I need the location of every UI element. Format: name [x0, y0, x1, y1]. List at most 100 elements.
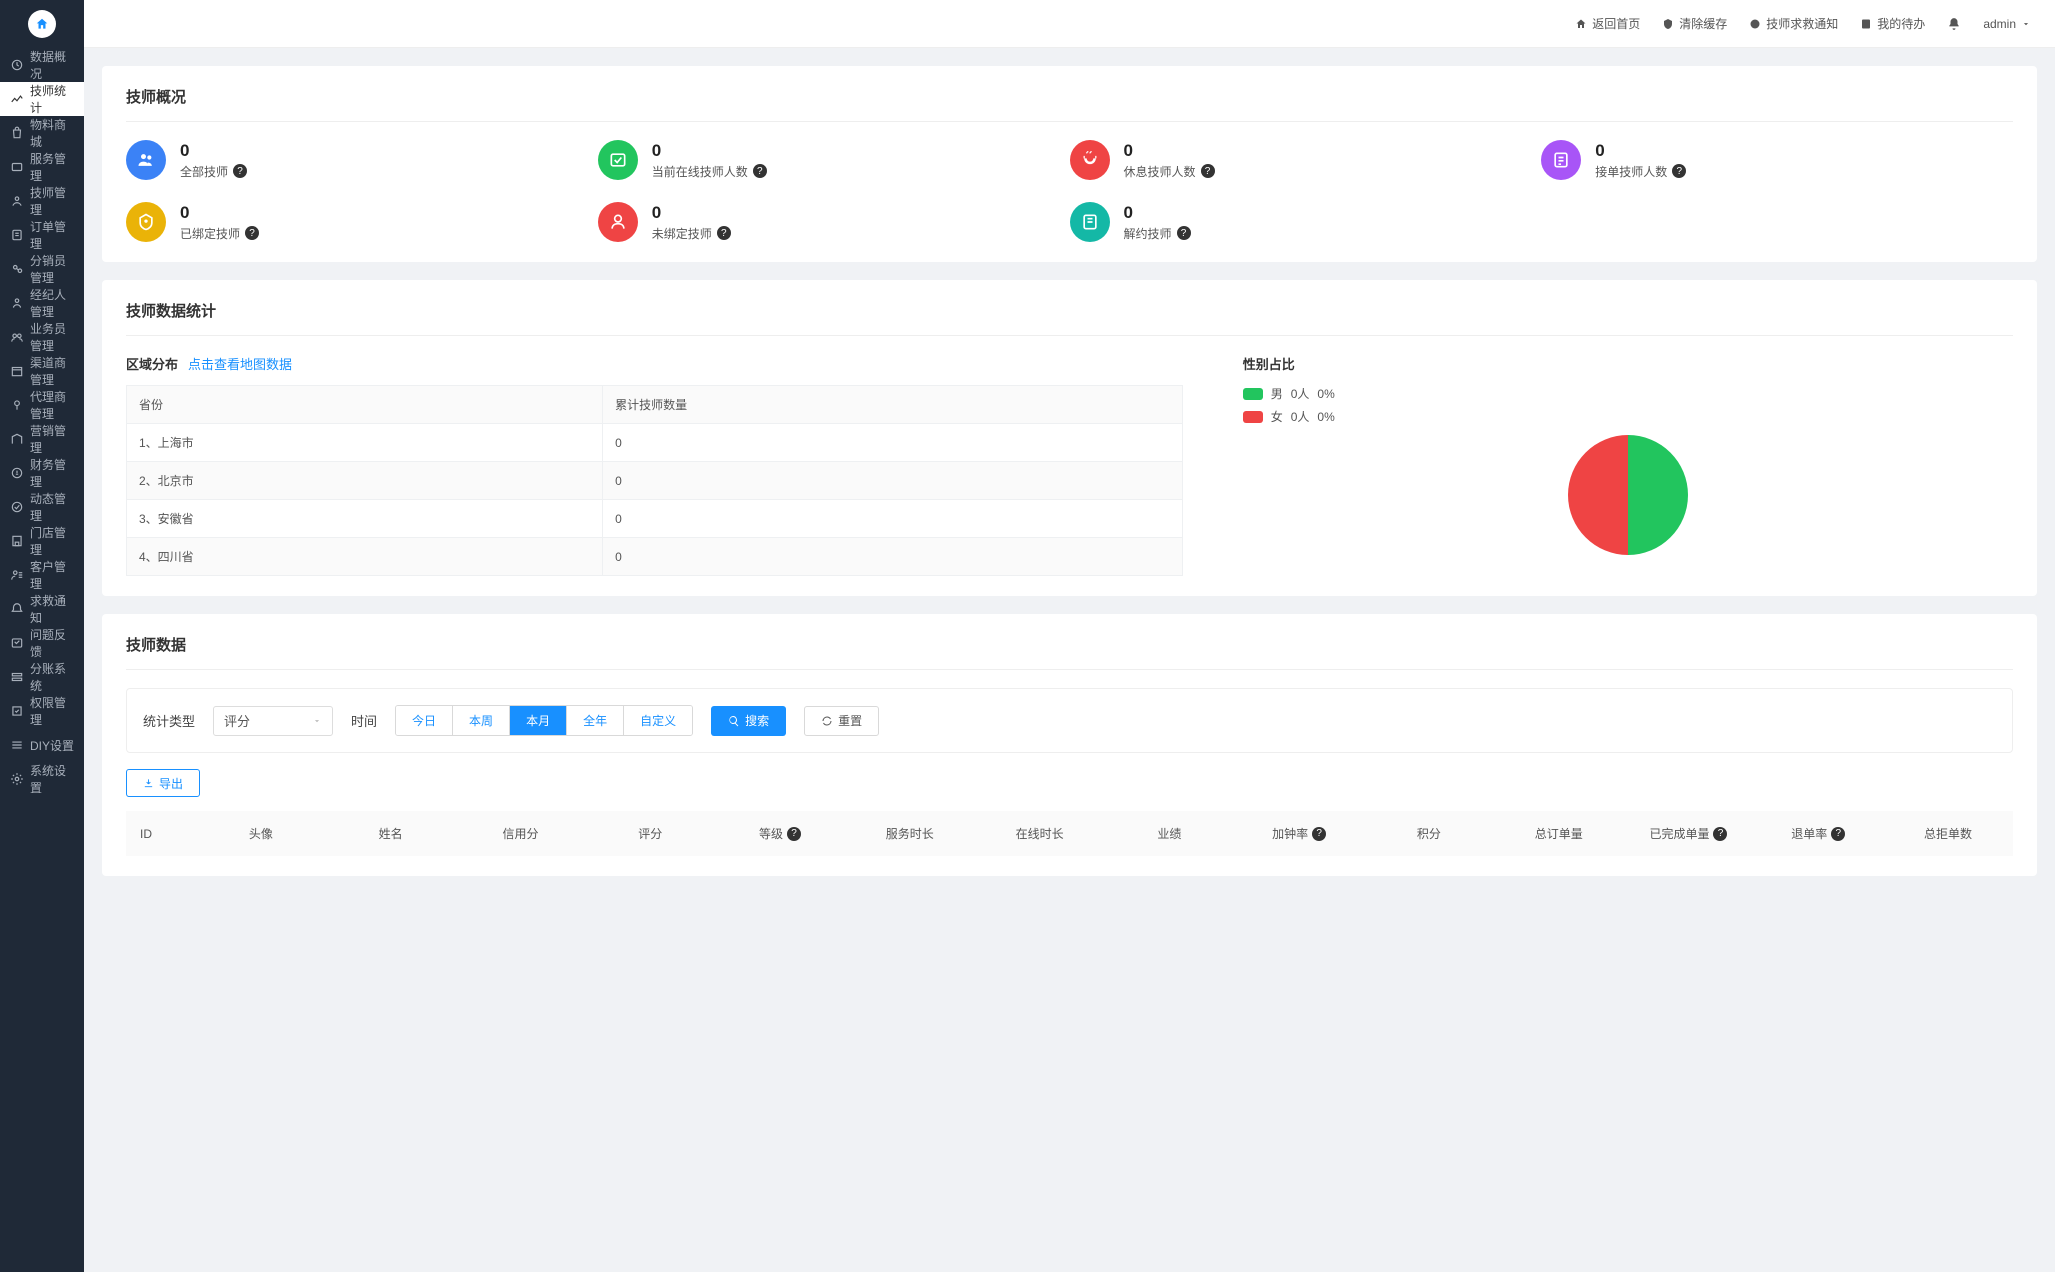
table-col-7: 在线时长 [975, 825, 1105, 842]
sidebar-item-label: 营销管理 [30, 422, 74, 456]
overview-icon [1541, 140, 1581, 180]
table-col-2: 姓名 [326, 825, 456, 842]
filter-time-group: 今日本周本月全年自定义 [395, 705, 693, 736]
help-icon[interactable]: ? [717, 226, 731, 240]
col-label: 姓名 [379, 825, 403, 842]
header: 返回首页 清除缓存 技师求救通知 我的待办 admin [84, 0, 2055, 48]
chevron-down-icon [2021, 19, 2031, 29]
table-col-1: 头像 [196, 825, 326, 842]
sidebar-item-1[interactable]: 技师统计 [0, 82, 84, 116]
overview-label: 已绑定技师 [180, 225, 240, 242]
time-option-2[interactable]: 本月 [510, 706, 567, 735]
reset-button[interactable]: 重置 [804, 706, 879, 736]
sidebar-item-label: 分销员管理 [30, 252, 74, 286]
overview-label: 接单技师人数 [1595, 163, 1667, 180]
sidebar-item-14[interactable]: 门店管理 [0, 524, 84, 558]
sidebar-item-6[interactable]: 分销员管理 [0, 252, 84, 286]
overview-label: 全部技师 [180, 163, 228, 180]
table-col-10: 积分 [1364, 825, 1494, 842]
help-icon[interactable]: ? [1312, 827, 1326, 841]
sidebar-item-3[interactable]: 服务管理 [0, 150, 84, 184]
sidebar-item-4[interactable]: 技师管理 [0, 184, 84, 218]
header-clear-cache[interactable]: 清除缓存 [1662, 15, 1727, 32]
sidebar-item-0[interactable]: 数据概况 [0, 48, 84, 82]
time-option-0[interactable]: 今日 [396, 706, 453, 735]
search-button[interactable]: 搜索 [711, 706, 786, 736]
gender-title: 性别占比 [1243, 354, 2013, 373]
region-map-link[interactable]: 点击查看地图数据 [188, 354, 292, 373]
col-label: 加钟率 [1272, 825, 1308, 842]
overview-item-2: 0休息技师人数? [1070, 140, 1542, 180]
region-cell-name: 3、安徽省 [127, 500, 603, 538]
overview-icon [1070, 140, 1110, 180]
sidebar-item-9[interactable]: 渠道商管理 [0, 354, 84, 388]
sidebar-item-2[interactable]: 物料商城 [0, 116, 84, 150]
overview-item-1: 0当前在线技师人数? [598, 140, 1070, 180]
help-icon[interactable]: ? [753, 164, 767, 178]
overview-label: 未绑定技师 [652, 225, 712, 242]
header-sos[interactable]: 技师求救通知 [1749, 15, 1838, 32]
sidebar-item-7[interactable]: 经纪人管理 [0, 286, 84, 320]
sidebar-item-12[interactable]: 财务管理 [0, 456, 84, 490]
overview-value: 0 [180, 203, 259, 223]
menu-icon [10, 296, 24, 310]
region-title: 区域分布 [126, 354, 178, 373]
sidebar-item-17[interactable]: 问题反馈 [0, 626, 84, 660]
col-label: 已完成单量 [1649, 825, 1709, 842]
sidebar-item-label: 财务管理 [30, 456, 74, 490]
home-icon [1575, 18, 1587, 30]
sidebar-item-10[interactable]: 代理商管理 [0, 388, 84, 422]
header-todo[interactable]: 我的待办 [1860, 15, 1925, 32]
sidebar-item-19[interactable]: 权限管理 [0, 694, 84, 728]
table-col-12: 已完成单量? [1624, 825, 1754, 842]
help-icon[interactable]: ? [1831, 827, 1845, 841]
table-col-14: 总拒单数 [1883, 825, 2013, 842]
help-icon[interactable]: ? [787, 827, 801, 841]
sidebar-item-11[interactable]: 营销管理 [0, 422, 84, 456]
sidebar-item-label: 动态管理 [30, 490, 74, 524]
time-option-4[interactable]: 自定义 [624, 706, 692, 735]
sidebar-logo[interactable] [0, 0, 84, 48]
menu-icon [10, 160, 24, 174]
header-user[interactable]: admin [1983, 17, 2031, 31]
sidebar-item-label: 业务员管理 [30, 320, 74, 354]
table-col-13: 退单率? [1753, 825, 1883, 842]
time-option-1[interactable]: 本周 [453, 706, 510, 735]
help-icon[interactable]: ? [1201, 164, 1215, 178]
legend-female-pct: 0% [1317, 410, 1334, 424]
sidebar-item-label: 系统设置 [30, 762, 74, 796]
header-todo-label: 我的待办 [1877, 15, 1925, 32]
filter-type-select[interactable]: 评分 [213, 706, 333, 736]
sidebar-item-20[interactable]: DIY设置 [0, 728, 84, 762]
legend-male-people: 0人 [1291, 385, 1310, 402]
table-col-4: 评分 [585, 825, 715, 842]
overview-item-0: 0全部技师? [126, 140, 598, 180]
sidebar-item-18[interactable]: 分账系统 [0, 660, 84, 694]
datalist-title: 技师数据 [126, 634, 2013, 670]
sidebar-item-5[interactable]: 订单管理 [0, 218, 84, 252]
sidebar-item-13[interactable]: 动态管理 [0, 490, 84, 524]
sidebar-item-21[interactable]: 系统设置 [0, 762, 84, 796]
sidebar-item-8[interactable]: 业务员管理 [0, 320, 84, 354]
menu-icon [10, 704, 24, 718]
help-icon[interactable]: ? [1713, 827, 1727, 841]
legend-female-label: 女 [1271, 408, 1283, 425]
sidebar-item-16[interactable]: 求救通知 [0, 592, 84, 626]
help-icon[interactable]: ? [233, 164, 247, 178]
help-icon[interactable]: ? [1672, 164, 1686, 178]
help-icon[interactable]: ? [245, 226, 259, 240]
overview-item-6: 0解约技师? [1070, 202, 1542, 242]
time-option-3[interactable]: 全年 [567, 706, 624, 735]
sidebar-item-15[interactable]: 客户管理 [0, 558, 84, 592]
overview-value: 0 [652, 141, 767, 161]
region-cell-name: 4、四川省 [127, 538, 603, 576]
table-col-3: 信用分 [456, 825, 586, 842]
help-icon[interactable]: ? [1177, 226, 1191, 240]
header-bell[interactable] [1947, 17, 1961, 31]
download-icon [143, 778, 154, 789]
export-button[interactable]: 导出 [126, 769, 200, 797]
header-home[interactable]: 返回首页 [1575, 15, 1640, 32]
sidebar-item-label: 分账系统 [30, 660, 74, 694]
header-sos-label: 技师求救通知 [1766, 15, 1838, 32]
sidebar-item-label: 技师统计 [30, 82, 74, 116]
